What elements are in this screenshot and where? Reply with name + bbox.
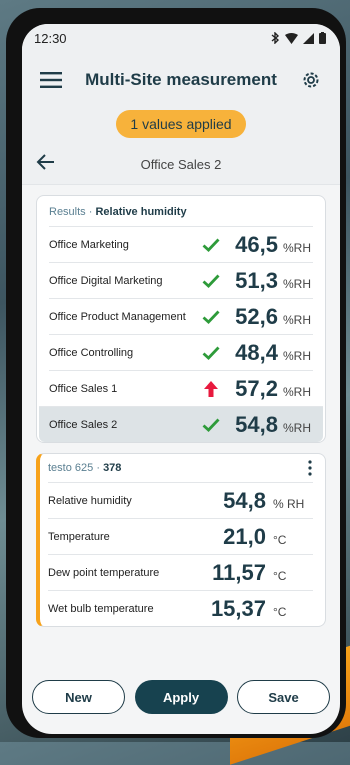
measurement-unit: %RH <box>283 276 312 291</box>
result-row[interactable]: Office Digital Marketing 51,3 %RH <box>49 262 313 298</box>
check-icon <box>202 310 220 324</box>
measurement-value: 48,4 <box>235 339 278 365</box>
current-site-name: Office Sales 2 <box>140 156 222 172</box>
phone-frame: 12:30 Multi-Site measurement 1 values ap… <box>6 8 346 738</box>
status-bar: 12:30 <box>22 24 340 52</box>
parameter-name: Wet bulb temperature <box>48 602 154 615</box>
status-indicator <box>200 238 222 252</box>
status-indicator <box>200 418 222 432</box>
kebab-menu-icon[interactable] <box>307 460 313 476</box>
new-button[interactable]: New <box>32 680 125 714</box>
site-name: Office Sales 1 <box>49 382 118 395</box>
measurement-value: 57,2 <box>235 375 278 401</box>
parameter-name: Temperature <box>48 530 110 543</box>
app-bar: Multi-Site measurement <box>22 52 340 108</box>
hamburger-icon[interactable] <box>38 67 64 93</box>
measurement-unit: %RH <box>283 312 312 327</box>
probe-reading-row: Relative humidity 54,8 % RH <box>48 482 313 518</box>
action-bar: New Apply Save <box>22 680 340 714</box>
reading-value: 21,0 <box>223 523 266 549</box>
reading-value: 15,37 <box>210 595 266 621</box>
bluetooth-icon <box>271 32 280 44</box>
result-row[interactable]: Office Marketing 46,5 %RH <box>49 226 313 262</box>
reading-value: 11,57 <box>212 559 266 585</box>
applied-values-badge: 1 values applied <box>116 110 246 138</box>
site-name: Office Digital Marketing <box>49 274 163 287</box>
apply-button[interactable]: Apply <box>134 680 228 714</box>
check-icon <box>202 238 220 252</box>
reading-unit: °C <box>273 604 287 619</box>
probe-reading-row: Wet bulb temperature 15,37 °C <box>48 590 313 626</box>
reading-unit: °C <box>273 532 287 547</box>
result-row[interactable]: Office Product Management 52,6 %RH <box>49 298 313 334</box>
result-row[interactable]: Office Sales 2 54,8 %RH <box>39 406 323 442</box>
result-row[interactable]: Office Controlling 48,4 %RH <box>49 334 313 370</box>
measurement-value: 52,6 <box>235 303 278 329</box>
app-screen: 12:30 Multi-Site measurement 1 values ap… <box>22 24 340 734</box>
reading-value: 54,8 <box>223 487 266 513</box>
probe-header: testo 625 · 378 <box>40 460 325 482</box>
site-name: Office Marketing <box>49 238 129 251</box>
result-row[interactable]: Office Sales 1 57,2 %RH <box>49 370 313 406</box>
parameter-name: Relative humidity <box>48 494 132 507</box>
signal-icon <box>303 32 314 44</box>
status-indicator <box>200 274 222 288</box>
measurement-value: 51,3 <box>235 267 278 293</box>
measurement-unit: %RH <box>283 348 312 363</box>
arrow-up-alarm-icon <box>204 380 218 397</box>
site-name: Office Product Management <box>49 310 186 323</box>
parameter-name: Dew point temperature <box>48 566 160 579</box>
probe-reading-row: Dew point temperature 11,57 °C <box>48 554 313 590</box>
measurement-value: 54,8 <box>235 411 278 437</box>
reading-unit: % RH <box>273 496 305 511</box>
battery-icon <box>319 32 326 44</box>
status-indicator <box>200 380 222 397</box>
check-icon <box>202 418 220 432</box>
measurement-unit: %RH <box>283 240 312 255</box>
reading-unit: °C <box>273 568 287 583</box>
save-button[interactable]: Save <box>237 680 330 714</box>
site-name: Office Sales 2 <box>49 418 118 431</box>
wifi-icon <box>285 32 298 44</box>
page-title: Multi-Site measurement <box>85 70 277 89</box>
probe-card: testo 625 · 378 Relative humidity 54,8 % R… <box>36 453 326 627</box>
gear-icon[interactable] <box>298 67 324 93</box>
results-header: Results · Relative humidity <box>49 206 187 218</box>
probe-reading-row: Temperature 21,0 °C <box>48 518 313 554</box>
results-card: Results · Relative humidity Office Marke… <box>36 195 326 443</box>
site-navigation: Office Sales 2 <box>22 144 340 185</box>
arrow-left-icon[interactable] <box>36 152 56 177</box>
site-name: Office Controlling <box>49 346 134 359</box>
status-time: 12:30 <box>34 30 67 46</box>
measurement-value: 46,5 <box>235 231 278 257</box>
status-indicator <box>200 310 222 324</box>
status-indicator <box>200 346 222 360</box>
check-icon <box>202 274 220 288</box>
measurement-unit: %RH <box>283 384 312 399</box>
measurement-unit: %RH <box>283 420 312 435</box>
check-icon <box>202 346 220 360</box>
